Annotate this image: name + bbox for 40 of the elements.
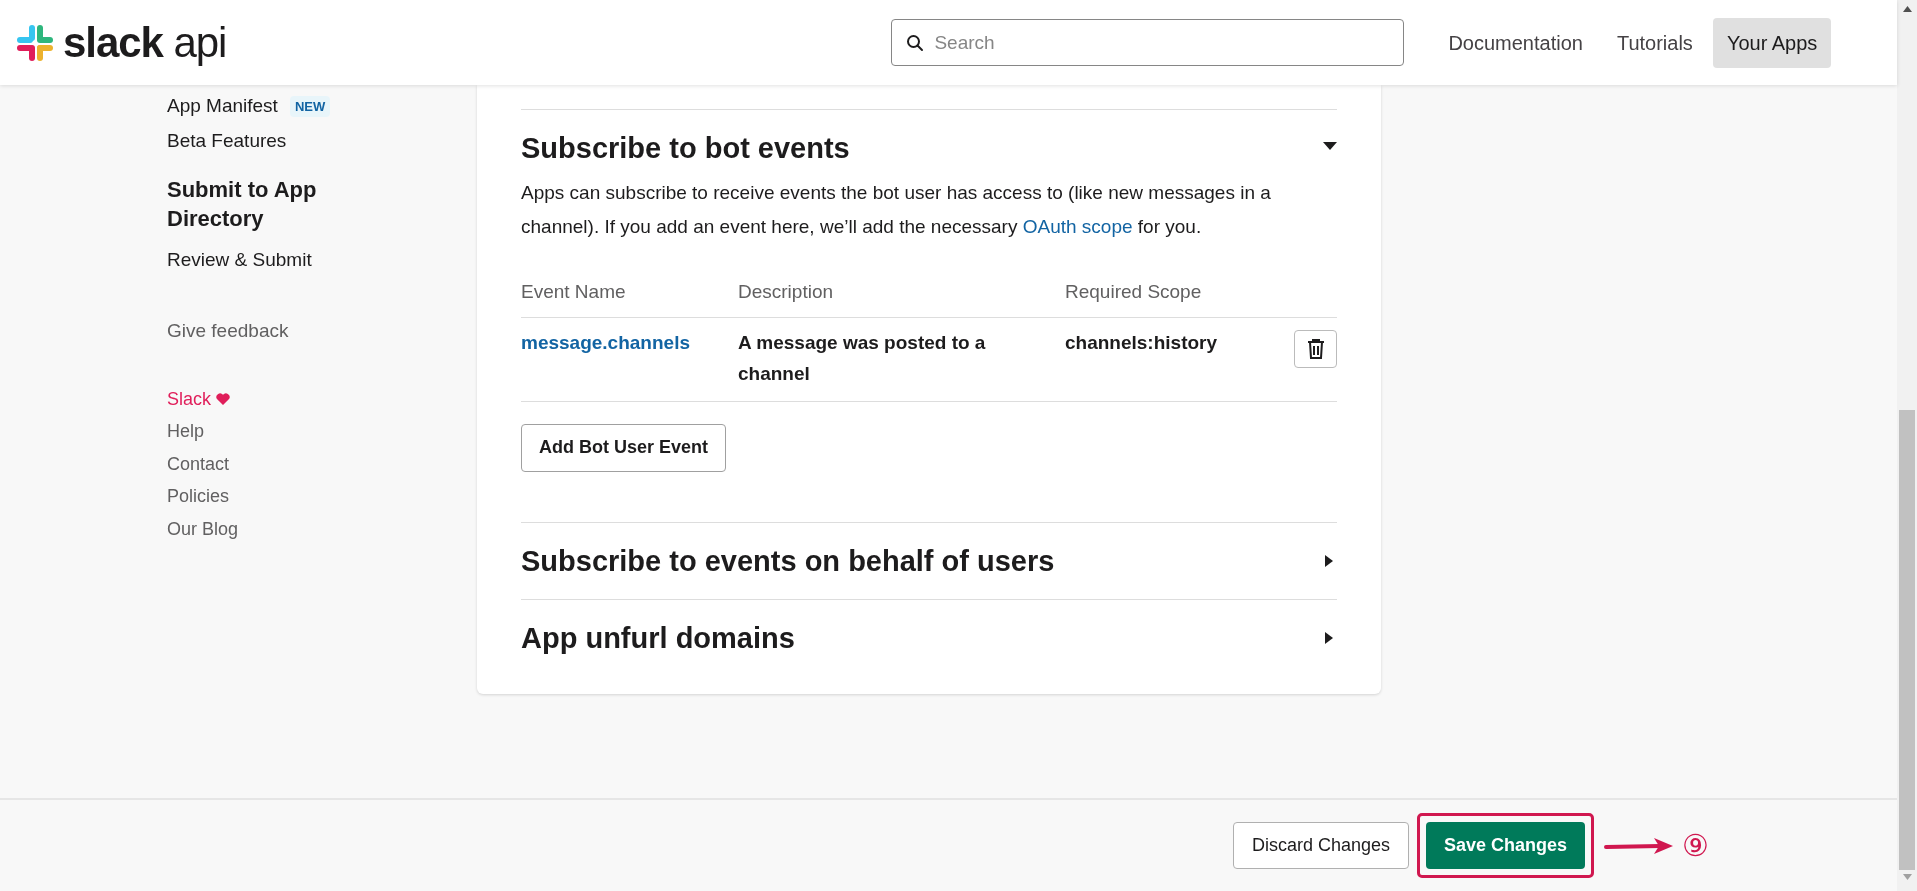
footer-link[interactable]: Our Blog (167, 515, 239, 543)
oauth-scope-link[interactable]: OAuth scope (1022, 216, 1133, 237)
search-icon (906, 34, 925, 52)
footer-link[interactable]: Help (167, 418, 205, 446)
logo-text[interactable]: slack api (63, 21, 227, 64)
add-event-button[interactable]: Add Bot User Event (521, 423, 727, 472)
nav-link[interactable]: Documentation (1434, 17, 1597, 68)
sidebar-link[interactable]: Give feedback (167, 317, 289, 346)
scrollbar[interactable] (1897, 0, 1917, 891)
heart-icon (216, 393, 230, 406)
column-header: Description (738, 280, 835, 304)
save-button[interactable]: Save Changes (1426, 822, 1586, 869)
sidebar-link[interactable]: Review & Submit (167, 246, 312, 275)
logo-icon (15, 22, 55, 63)
scrollbar-thumb[interactable] (1899, 410, 1915, 870)
scroll-up-icon[interactable] (1902, 6, 1912, 12)
footer-link[interactable]: Policies (167, 483, 230, 511)
nav-link[interactable]: Your Apps (1712, 17, 1832, 68)
sidebar-link[interactable]: Beta Features (167, 127, 287, 156)
trash-icon (1306, 338, 1325, 359)
sidebar-link[interactable]: App Manifest (167, 92, 278, 121)
footer-link[interactable]: Slack (167, 385, 211, 413)
discard-button[interactable]: Discard Changes (1233, 822, 1410, 869)
section-title[interactable]: Subscribe to events on behalf of users (521, 540, 1055, 581)
step-number: ⑨ (1682, 830, 1710, 861)
sidebar-heading: Submit to App Directory (167, 176, 318, 233)
nav-link[interactable]: Tutorials (1602, 17, 1707, 68)
delete-button[interactable] (1294, 329, 1337, 368)
section-description: Apps can subscribe to receive events the bot user has access to (like new messages in a channel). If you add an event here, we’ll add the necessary OAuth scope for you. (521, 181, 1272, 239)
table-cell: channels:history (1065, 331, 1218, 353)
arrow-icon (1604, 835, 1675, 856)
new-badge: NEW (289, 95, 331, 118)
column-header: Event Name (521, 280, 627, 304)
event-name-link[interactable]: message.channels (521, 331, 690, 353)
search-field[interactable]: Search (891, 19, 1405, 66)
table-cell-text: A message was posted to a channel (738, 330, 987, 386)
footer-link[interactable]: Contact (167, 450, 230, 478)
section-title[interactable]: Subscribe to bot events (521, 128, 850, 168)
section-title[interactable]: App unfurl domains (521, 617, 795, 658)
column-header: Required Scope (1065, 280, 1203, 304)
